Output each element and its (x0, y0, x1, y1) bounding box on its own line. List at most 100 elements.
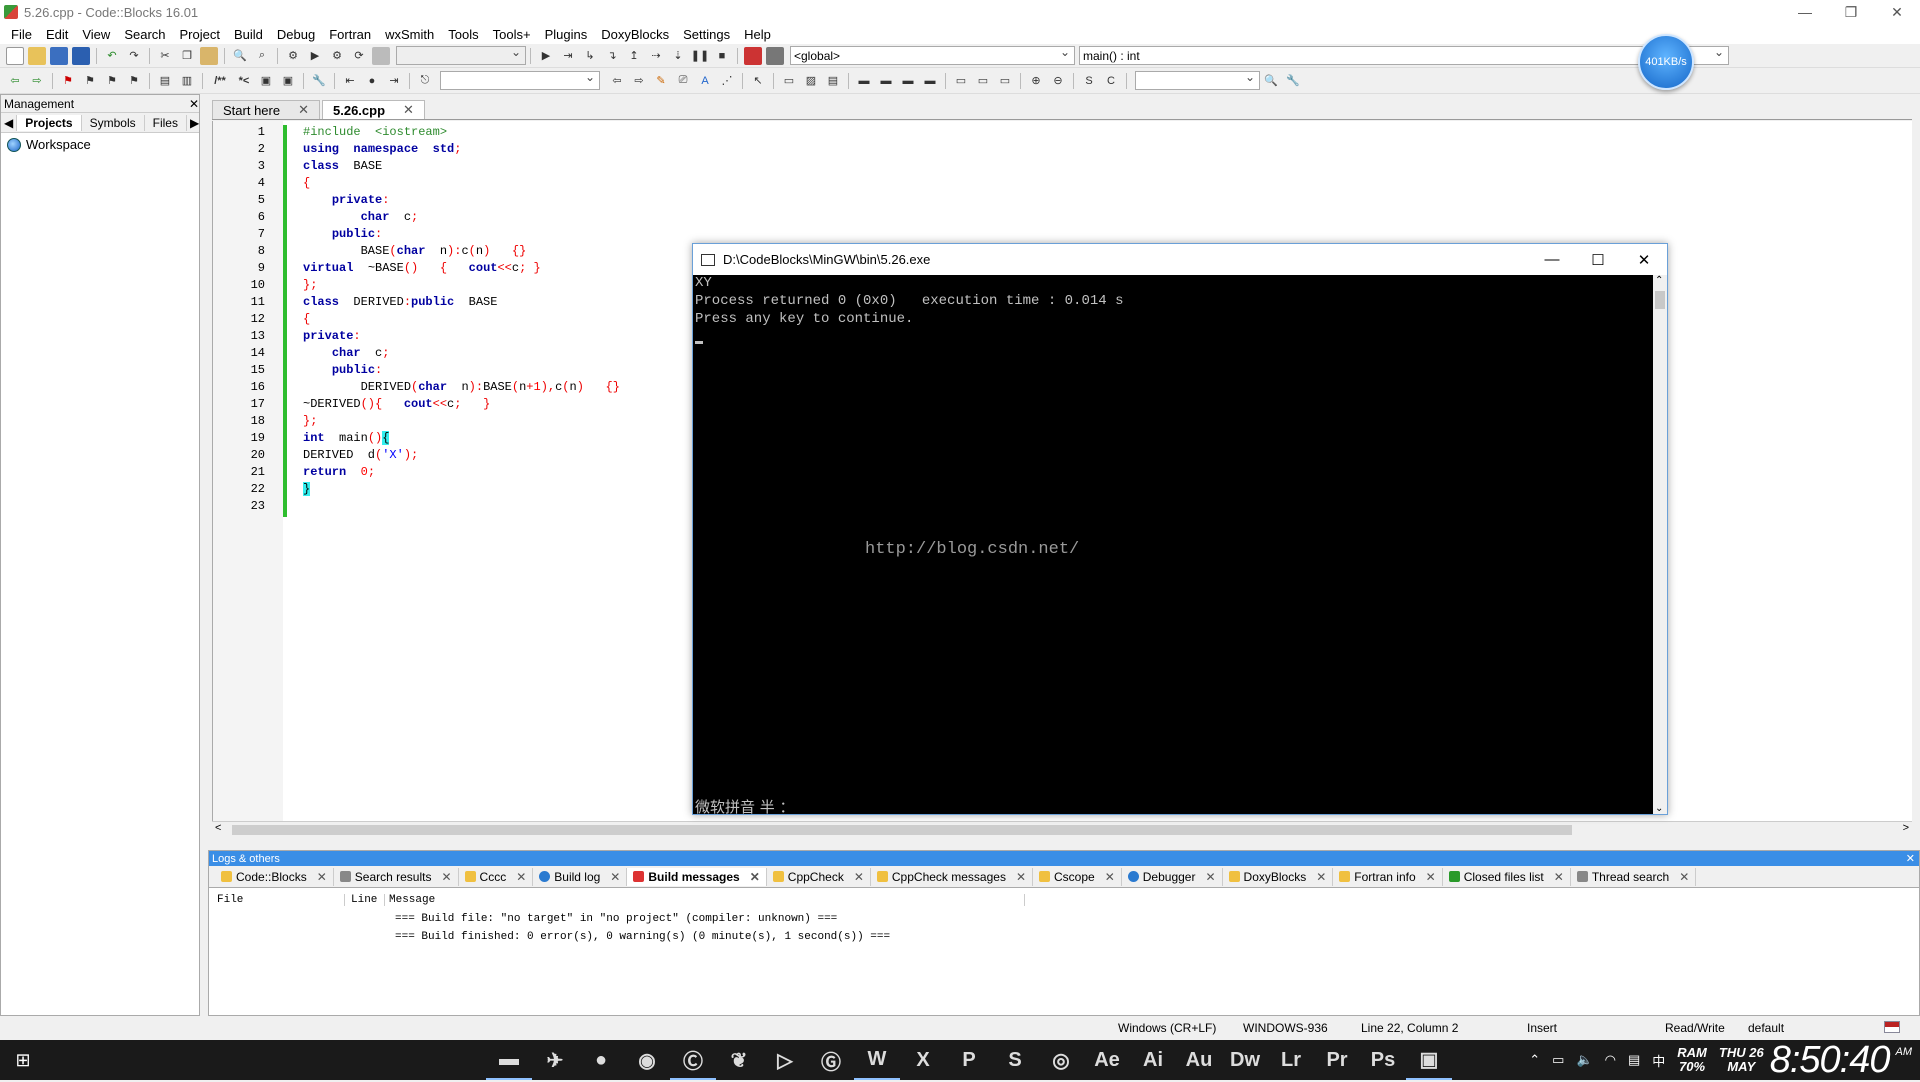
rebuild-icon[interactable]: ⟳ (350, 47, 368, 65)
thread-options-icon[interactable]: 🔧 (1284, 72, 1302, 90)
break-debugger-icon[interactable]: ❚❚ (691, 47, 709, 65)
tab-symbols[interactable]: Symbols (82, 114, 145, 131)
dot-icon[interactable]: ● (363, 72, 381, 90)
jump-forward-icon[interactable]: ⇥ (385, 72, 403, 90)
options-icon[interactable]: ⋰ (718, 72, 736, 90)
tray-expand-icon[interactable]: ⌃ (1529, 1052, 1540, 1068)
management-close-icon[interactable]: ✕ (189, 97, 199, 111)
app-leaf-icon[interactable]: ❦ (716, 1040, 762, 1080)
c-icon[interactable]: C (1102, 72, 1120, 90)
step-into-icon[interactable]: ↴ (603, 47, 621, 65)
console-taskbar-icon[interactable]: ▣ (1406, 1040, 1452, 1080)
menu-build[interactable]: Build (227, 27, 270, 42)
code-completion-icon[interactable]: ⎋ (416, 72, 434, 90)
prev-bookmark-icon[interactable]: ⚑ (81, 72, 99, 90)
replace-icon[interactable]: ⌕ (253, 47, 271, 65)
scope-combo[interactable]: <global> (790, 45, 1075, 65)
app-g-icon[interactable]: Ⓖ (808, 1040, 854, 1080)
tab-close-icon[interactable]: ✕ (403, 102, 414, 118)
log-tab[interactable]: DoxyBlocks ✕ (1223, 867, 1334, 886)
undo-icon[interactable]: ↶ (103, 47, 121, 65)
thread-search-icon[interactable]: 🔍 (1262, 72, 1280, 90)
media-player-icon[interactable]: ▷ (762, 1040, 808, 1080)
scroll-right-icon[interactable]: > (1903, 822, 1909, 834)
wx-box2-icon[interactable]: ▭ (974, 72, 992, 90)
volume-icon[interactable]: 🔈 (1576, 1052, 1592, 1068)
log-tab[interactable]: Fortran info ✕ (1333, 867, 1443, 886)
log-message[interactable]: === Build file: "no target" in "no proje… (209, 910, 1919, 928)
console-title-bar[interactable]: D:\CodeBlocks\MinGW\bin\5.26.exe — ☐ ✕ (693, 244, 1667, 275)
console-scroll-down-icon[interactable]: ⌄ (1655, 803, 1663, 814)
log-tab[interactable]: Cccc ✕ (459, 867, 534, 886)
toggle-bookmark-icon[interactable]: ⚑ (59, 72, 77, 90)
log-tab[interactable]: Code::Blocks ✕ (215, 867, 334, 886)
select-icon[interactable]: ⎚ (674, 72, 692, 90)
menu-search[interactable]: Search (117, 27, 172, 42)
stream-comment-icon[interactable]: ▣ (257, 72, 275, 90)
qq-icon[interactable]: ● (578, 1040, 624, 1080)
logs-close-icon[interactable]: ✕ (1906, 852, 1919, 865)
menu-view[interactable]: View (75, 27, 117, 42)
cut-icon[interactable]: ✂ (156, 47, 174, 65)
copy-icon[interactable]: ❐ (178, 47, 196, 65)
comment-icon[interactable]: ▤ (156, 72, 174, 90)
run-icon[interactable]: ▶ (306, 47, 324, 65)
toggle-comment-icon[interactable]: /** (209, 72, 231, 90)
log-tab[interactable]: Thread search ✕ (1571, 867, 1697, 886)
wx-align-center-icon[interactable]: ▬ (877, 72, 895, 90)
menu-fortran[interactable]: Fortran (322, 27, 378, 42)
save-icon[interactable] (50, 46, 68, 65)
powerpoint-icon[interactable]: P (946, 1040, 992, 1080)
chat-icon[interactable]: ◎ (1038, 1040, 1084, 1080)
build-target-combo[interactable] (396, 45, 526, 65)
tab-projects[interactable]: Projects (17, 114, 82, 131)
menu-doxyblocks[interactable]: DoxyBlocks (594, 27, 676, 42)
wx-align-left-icon[interactable]: ▬ (855, 72, 873, 90)
console-maximize-button[interactable]: ☐ (1575, 244, 1621, 275)
wx-box3-icon[interactable]: ▭ (996, 72, 1014, 90)
zoom-in-icon[interactable]: ⊕ (1027, 72, 1045, 90)
next-line-icon[interactable]: ↳ (581, 47, 599, 65)
wx-align-fill-icon[interactable]: ▬ (921, 72, 939, 90)
scroll-left-icon[interactable]: < (215, 822, 221, 834)
back-icon[interactable]: ⇦ (6, 72, 24, 90)
function-combo[interactable]: main() : int (1079, 45, 1729, 65)
wifi-icon[interactable]: ◠ (1605, 1052, 1616, 1068)
mgmt-scroll-left-icon[interactable]: ◀ (1, 114, 18, 131)
stop-debugger-icon[interactable]: ■ (713, 47, 731, 65)
save-all-icon[interactable] (72, 46, 90, 65)
console-close-button[interactable]: ✕ (1621, 244, 1667, 275)
netease-music-icon[interactable]: ◉ (624, 1040, 670, 1080)
codeblocks-taskbar-icon[interactable]: Ⓒ (670, 1040, 716, 1080)
clear-bookmarks-icon[interactable]: ⚑ (125, 72, 143, 90)
close-button[interactable]: ✕ (1874, 0, 1920, 24)
log-tab[interactable]: CppCheck messages ✕ (871, 867, 1034, 886)
wx-frame-icon[interactable]: ▭ (780, 72, 798, 90)
console-scrollbar-thumb[interactable] (1655, 291, 1665, 309)
wx-image-icon[interactable]: ▨ (802, 72, 820, 90)
step-out-icon[interactable]: ↥ (625, 47, 643, 65)
tab-close-icon[interactable]: ✕ (298, 102, 309, 118)
console-minimize-button[interactable]: — (1529, 244, 1575, 275)
wx-text-icon[interactable]: ▤ (824, 72, 842, 90)
build-run-icon[interactable]: ⚙ (328, 47, 346, 65)
forward-icon[interactable]: ⇨ (28, 72, 46, 90)
excel-icon[interactable]: X (900, 1040, 946, 1080)
minimize-button[interactable]: — (1782, 0, 1828, 24)
nav-forward-icon[interactable]: ⇨ (630, 72, 648, 90)
menu-file[interactable]: File (4, 27, 39, 42)
highlight-icon[interactable]: ✎ (652, 72, 670, 90)
photoshop-icon[interactable]: Ps (1360, 1040, 1406, 1080)
debug-start-icon[interactable]: ▶ (537, 47, 555, 65)
wx-align-right-icon[interactable]: ▬ (899, 72, 917, 90)
ime-indicator[interactable]: 中 (1652, 1051, 1665, 1070)
various-info-icon[interactable] (766, 46, 784, 65)
next-instruction-icon[interactable]: ⇢ (647, 47, 665, 65)
menu-help[interactable]: Help (737, 27, 778, 42)
build-icon[interactable]: ⚙ (284, 47, 302, 65)
wx-box-icon[interactable]: ▭ (952, 72, 970, 90)
next-bookmark-icon[interactable]: ⚑ (103, 72, 121, 90)
s-icon[interactable]: S (1080, 72, 1098, 90)
word-icon[interactable]: W (854, 1040, 900, 1080)
step-into-instruction-icon[interactable]: ⇣ (669, 47, 687, 65)
